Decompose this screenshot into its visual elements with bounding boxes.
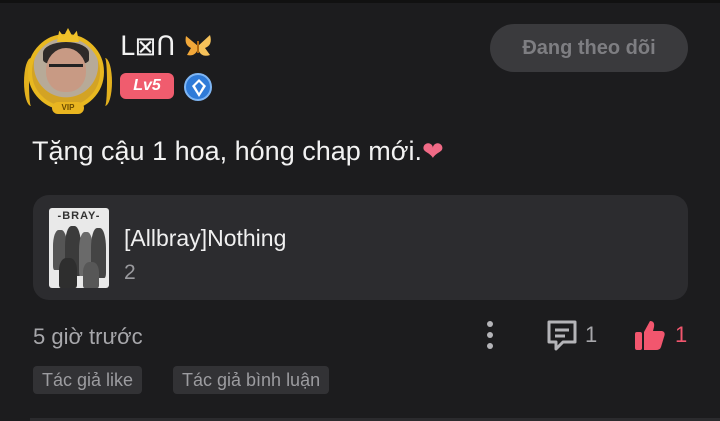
vip-label: VIP	[52, 102, 84, 114]
like-count: 1	[675, 322, 688, 347]
avatar-glasses	[49, 64, 83, 72]
username-text: ᒪ⊠ᑎ	[120, 31, 176, 61]
thumbs-up-icon	[635, 321, 665, 350]
cover-label: -BRAY-	[57, 210, 101, 222]
linked-story-card[interactable]: -BRAY- [Allbray]Nothing 2	[33, 195, 688, 300]
following-button[interactable]: Đang theo dõi	[490, 24, 688, 72]
top-divider	[0, 0, 720, 3]
tag-author-liked: Tác giả like	[33, 366, 143, 394]
comment-body: Tặng cậu 1 hoa, hóng chap mới.❤	[32, 136, 444, 167]
timestamp: 5 giờ trước	[33, 324, 143, 349]
like-button[interactable]: 1	[633, 316, 693, 354]
comment-icon	[547, 320, 577, 351]
username[interactable]: ᒪ⊠ᑎ	[120, 30, 213, 62]
tag-author-commented: Tác giả bình luận	[173, 366, 330, 394]
crown-icon	[57, 28, 79, 42]
comment-text: Tặng cậu 1 hoa, hóng chap mới.	[32, 136, 422, 166]
story-count: 2	[124, 261, 136, 284]
level-badge: Lv5	[120, 73, 174, 99]
story-title: [Allbray]Nothing	[124, 225, 287, 251]
comment-count: 1	[585, 322, 598, 347]
heart-emoji-icon: ❤	[421, 136, 444, 166]
verified-icon	[184, 73, 212, 101]
comment-button[interactable]: 1	[545, 316, 605, 354]
story-cover-image: -BRAY-	[49, 208, 109, 288]
butterfly-emblem-icon	[185, 35, 211, 56]
more-options-icon[interactable]	[478, 318, 502, 352]
avatar[interactable]: VIP	[24, 28, 112, 116]
